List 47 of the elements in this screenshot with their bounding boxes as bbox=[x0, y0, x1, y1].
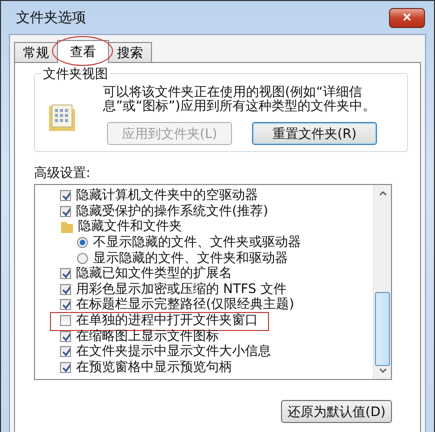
tab[interactable]: 常规 bbox=[14, 42, 58, 62]
checkmark-icon bbox=[61, 299, 70, 310]
group-title: 文件夹视图 bbox=[41, 65, 110, 83]
setting-label[interactable]: 在缩略图上显示文件图标 bbox=[76, 328, 219, 344]
checkbox[interactable] bbox=[60, 190, 71, 202]
checkmark-icon bbox=[61, 284, 70, 295]
checkmark-icon bbox=[61, 346, 70, 358]
setting-label[interactable]: 显示隐藏的文件、文件夹和驱动器 bbox=[93, 250, 288, 266]
scroll-up-icon bbox=[378, 189, 388, 198]
checkmark-icon bbox=[61, 330, 70, 342]
checkmark-icon bbox=[61, 362, 70, 373]
scroll-down-icon bbox=[378, 366, 388, 375]
description-text: 可以将该文件夹正在使用的视图(例如“详细信息”或“图标”)应用到所有这种类型的文件夹中。 bbox=[103, 86, 376, 114]
tab[interactable]: 搜索 bbox=[108, 42, 152, 62]
checkbox[interactable] bbox=[60, 346, 71, 358]
close-button[interactable]: × bbox=[389, 8, 425, 28]
restore-defaults-button[interactable]: 还原为默认值(D) bbox=[281, 400, 392, 423]
checkbox[interactable] bbox=[60, 299, 71, 310]
folder-icon bbox=[47, 102, 77, 132]
setting-label[interactable]: 隐藏已知文件类型的扩展名 bbox=[76, 266, 232, 282]
setting-label[interactable]: 在单独的进程中打开文件夹窗口 bbox=[76, 313, 258, 328]
checkbox[interactable] bbox=[60, 330, 71, 342]
scrollbar[interactable] bbox=[373, 185, 391, 379]
checkbox[interactable] bbox=[60, 362, 71, 373]
scroll-thumb[interactable] bbox=[375, 292, 390, 366]
checkbox[interactable] bbox=[60, 206, 71, 217]
folder-icon bbox=[60, 220, 73, 234]
setting-label[interactable]: 隐藏计算机文件夹中的空驱动器 bbox=[76, 188, 258, 204]
checkmark-icon bbox=[61, 206, 70, 217]
setting-label: 隐藏文件和文件夹 bbox=[78, 219, 182, 234]
setting-label[interactable]: 在预览窗格中显示预览句柄 bbox=[76, 360, 232, 375]
setting-label[interactable]: 在文件夹提示中显示文件大小信息 bbox=[76, 344, 271, 360]
checkbox[interactable] bbox=[60, 315, 71, 326]
section-label: 高级设置: bbox=[34, 165, 92, 182]
checkmark-icon bbox=[61, 268, 70, 280]
setting-label[interactable]: 在标题栏显示完整路径(仅限经典主题) bbox=[76, 297, 294, 312]
window-title: 文件夹选项 bbox=[15, 8, 86, 26]
dialog-button[interactable]: 重置文件夹(R) bbox=[252, 122, 377, 145]
setting-label[interactable]: 不显示隐藏的文件、文件夹或驱动器 bbox=[93, 235, 301, 250]
radio-button[interactable] bbox=[77, 252, 88, 264]
setting-label[interactable]: 用彩色显示加密或压缩的 NTFS 文件 bbox=[76, 282, 286, 297]
radio-button[interactable] bbox=[77, 237, 88, 248]
setting-label[interactable]: 隐藏受保护的操作系统文件(推荐) bbox=[76, 204, 268, 219]
tab[interactable]: 查看 bbox=[57, 40, 109, 63]
checkmark-icon bbox=[61, 190, 70, 202]
checkbox[interactable] bbox=[60, 268, 71, 280]
checkbox[interactable] bbox=[60, 284, 71, 295]
